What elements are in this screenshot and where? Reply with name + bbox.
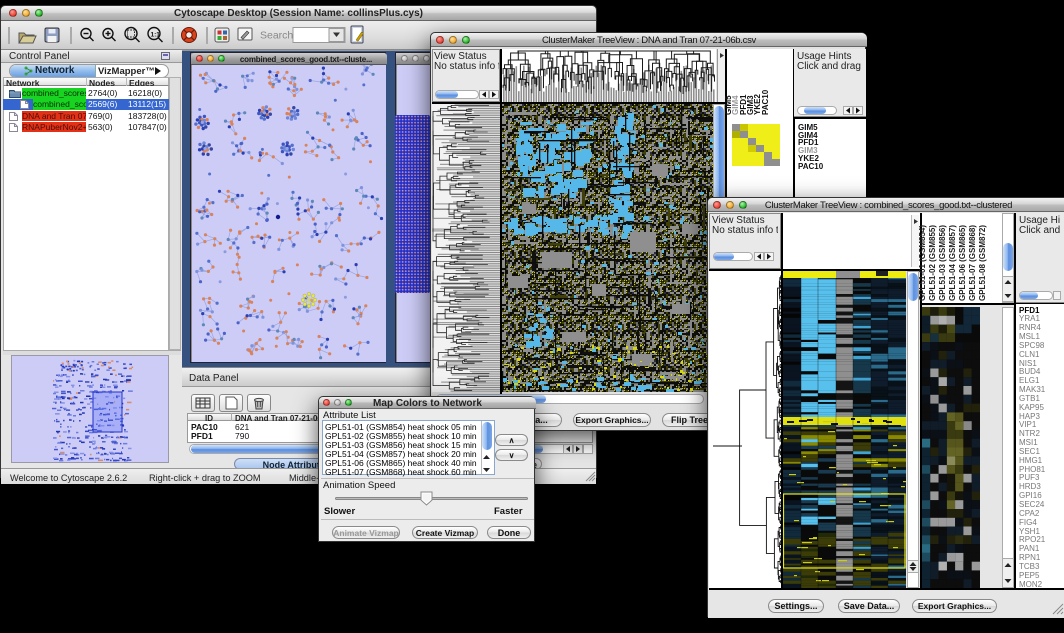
svg-text:Search:: Search: xyxy=(260,30,296,42)
svg-text:1:1: 1:1 xyxy=(151,32,161,39)
